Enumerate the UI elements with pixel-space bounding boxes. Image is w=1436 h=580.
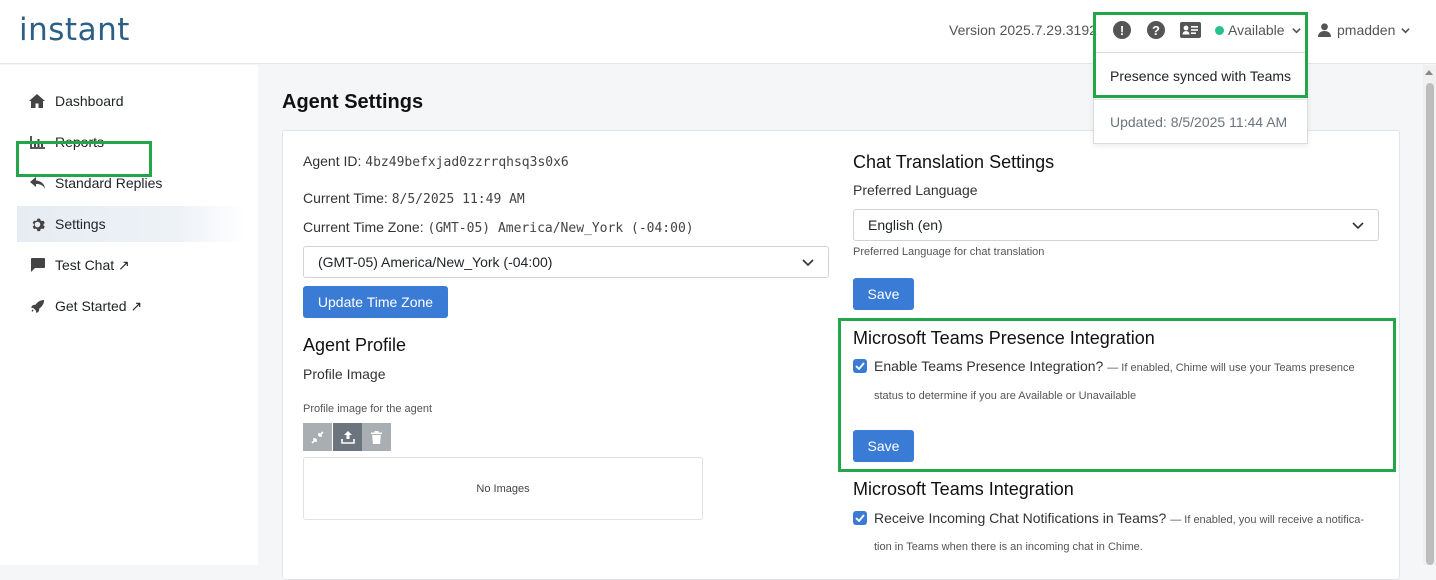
status-dot [1215,25,1224,35]
presence-dropdown: Presence synced with Teams Updated: 8/5/… [1093,52,1309,144]
profile-image-help: Profile image for the agent [303,403,433,415]
current-time-value: 8/5/2025 11:49 AM [391,192,525,207]
help-icon[interactable]: ? [1146,20,1166,40]
scroll-up-icon[interactable] [1425,70,1433,75]
chat-translation-heading: Chat Translation Settings [853,152,1055,172]
preferred-language-help: Preferred Language for chat translation [853,246,1045,258]
sidebar-item-label: Test Chat ↗ [55,256,130,273]
home-icon [29,93,45,109]
id-card-icon[interactable] [1179,20,1201,40]
compress-button[interactable] [303,423,332,451]
page-title: Agent Settings [282,91,424,113]
teams-note-continued: tion in Teams when there is an incoming … [874,541,1143,553]
agent-id-value: 4bz49befxjad0zzrrqhsq3s0x6 [365,155,569,170]
presence-save-button[interactable]: Save [853,430,914,462]
presence-updated-item: Updated: 8/5/2025 11:44 AM [1110,114,1288,130]
sidebar-item-label: Get Started ↗ [55,297,143,314]
settings-highlight [16,141,152,177]
sidebar-item-test-chat[interactable]: Test Chat ↗ [17,247,247,283]
translation-save-button[interactable]: Save [853,278,914,310]
update-timezone-button[interactable]: Update Time Zone [303,286,448,318]
chevron-down-icon [1352,222,1364,230]
sidebar-item-label: Settings [55,216,106,232]
no-images-text: No Images [476,482,530,495]
profile-image-label: Profile Image [303,366,386,382]
sidebar-item-label: Dashboard [55,93,124,109]
chevron-down-icon [802,259,814,267]
user-icon [1318,23,1331,37]
presence-synced-item[interactable]: Presence synced with Teams [1094,53,1309,99]
sidebar-item-get-started[interactable]: Get Started ↗ [17,288,247,324]
upload-icon [340,430,355,444]
reply-icon [29,175,45,191]
current-timezone-row: Current Time Zone: (GMT-05) America/New_… [303,219,694,236]
chevron-down-icon [1291,27,1301,33]
check-icon [855,514,865,522]
enable-presence-checkbox[interactable] [853,359,867,373]
alert-icon[interactable]: ! [1112,20,1132,40]
teams-note: — If enabled, you will receive a notific… [1170,514,1365,526]
sidebar-item-label: Standard Replies [55,175,163,191]
status-label: Available [1228,22,1285,38]
presence-status-toggle[interactable]: Available [1215,22,1301,38]
agent-id-row: Agent ID: 4bz49befxjad0zzrrqhsq3s0x6 [303,153,569,170]
presence-note-continued: status to determine if you are Available… [874,390,1137,402]
app-logo[interactable]: instant [19,12,130,48]
check-icon [855,362,865,370]
teams-presence-heading: Microsoft Teams Presence Integration [853,328,1155,348]
trash-icon [371,430,382,444]
current-time-row: Current Time: 8/5/2025 11:49 AM [303,190,525,207]
user-menu[interactable]: pmadden [1318,22,1411,38]
teams-integration-heading: Microsoft Teams Integration [853,479,1074,499]
chevron-down-icon [1401,27,1411,33]
scrollbar-thumb[interactable] [1426,83,1434,565]
sidebar-item-dashboard[interactable]: Dashboard [17,83,247,119]
version-label: Version 2025.7.29.3192 [949,22,1097,38]
agent-profile-heading: Agent Profile [303,335,407,355]
username: pmadden [1337,22,1396,38]
gear-icon [29,216,45,232]
page-scrollbar[interactable] [1423,65,1436,565]
delete-button[interactable] [362,423,391,451]
presence-note: — If enabled, Chime will use your Teams … [1107,362,1355,374]
compress-icon [311,430,324,444]
enable-presence-label: Enable Teams Presence Integration? — If … [874,358,1355,374]
upload-button[interactable] [333,423,362,451]
rocket-icon [29,298,45,314]
teams-notifications-label: Receive Incoming Chat Notifications in T… [874,510,1365,526]
preferred-language-select[interactable]: English (en) [853,209,1379,241]
timezone-select[interactable]: (GMT-05) America/New_York (-04:00) [303,246,829,278]
chat-icon [29,257,45,273]
teams-notifications-checkbox[interactable] [853,511,867,525]
preferred-language-label: Preferred Language [853,182,978,198]
current-timezone-value: (GMT-05) America/New_York (-04:00) [427,221,694,236]
sidebar-item-settings[interactable]: Settings [17,206,247,242]
profile-image-area: No Images [303,457,703,520]
dropdown-divider [1094,99,1309,100]
